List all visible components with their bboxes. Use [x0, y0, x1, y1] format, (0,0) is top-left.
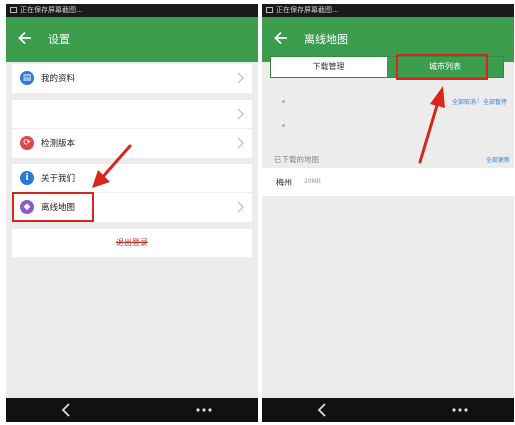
downloaded-maps-heading: 已下载的地图	[274, 155, 319, 164]
back-arrow-icon[interactable]	[16, 29, 34, 47]
app-bar: 设置	[6, 17, 258, 62]
settings-group-1: ▤ 我的资料	[12, 64, 252, 93]
status-bar: 正在保存屏幕截图...	[262, 4, 514, 17]
highlight-box-city-list	[396, 54, 488, 80]
settings-item-label: 检测版本	[41, 139, 76, 149]
system-nav-bar	[262, 398, 514, 422]
page-title: 设置	[48, 33, 70, 46]
cancel-all-link[interactable]: 全部取消	[452, 97, 476, 106]
city-size: 20MB	[304, 178, 321, 185]
info-icon: i	[20, 171, 34, 185]
settings-item-profile[interactable]: ▤ 我的资料	[12, 64, 252, 93]
red-arrow-icon	[92, 144, 132, 188]
chevron-right-icon	[237, 72, 244, 84]
nav-back-icon[interactable]	[61, 403, 71, 417]
logout-label: 退出登录	[116, 238, 148, 247]
pause-all-link[interactable]: 全部暂停	[483, 97, 507, 106]
red-arrow-icon	[418, 86, 445, 164]
more-dots-icon[interactable]	[452, 408, 468, 412]
chevron-right-icon	[237, 201, 244, 213]
settings-screen: 正在保存屏幕截图... 设置 ▤ 我的资料 ⟳ 检测版本 i 关于我们 ◆ 离线…	[6, 4, 258, 422]
system-nav-bar	[6, 398, 258, 422]
settings-item-label: 我的资料	[41, 74, 76, 84]
more-dots-icon[interactable]	[196, 408, 212, 412]
chevron-right-icon	[237, 137, 244, 149]
settings-item-blank[interactable]	[12, 100, 252, 129]
nav-back-icon[interactable]	[317, 403, 327, 417]
logout-button[interactable]: 退出登录	[12, 229, 252, 257]
update-all-link[interactable]: 全部更新	[486, 155, 510, 164]
update-icon: ⟳	[20, 136, 34, 150]
settings-item-label: 关于我们	[41, 174, 76, 184]
status-text: 正在保存屏幕截图...	[276, 6, 339, 14]
offline-map-screen: 正在保存屏幕截图... 离线地图 下载管理 城市列表 全部取消 | 全部暂停 已…	[262, 4, 514, 422]
screenshot-icon	[10, 7, 17, 13]
link-separator: |	[477, 97, 480, 104]
city-name: 梅州	[276, 178, 292, 187]
chevron-right-icon	[237, 108, 244, 120]
status-text: 正在保存屏幕截图...	[20, 6, 83, 14]
downloaded-city-row[interactable]: 梅州 20MB	[262, 168, 514, 196]
status-bar: 正在保存屏幕截图...	[6, 4, 258, 17]
back-arrow-icon[interactable]	[272, 29, 290, 47]
placeholder-dot	[282, 124, 285, 127]
profile-icon: ▤	[20, 71, 34, 85]
placeholder-dot	[282, 100, 285, 103]
page-title: 离线地图	[304, 33, 348, 46]
highlight-box-offline-map	[12, 192, 94, 222]
tab-download-management[interactable]: 下载管理	[271, 57, 386, 77]
screenshot-icon	[266, 7, 273, 13]
